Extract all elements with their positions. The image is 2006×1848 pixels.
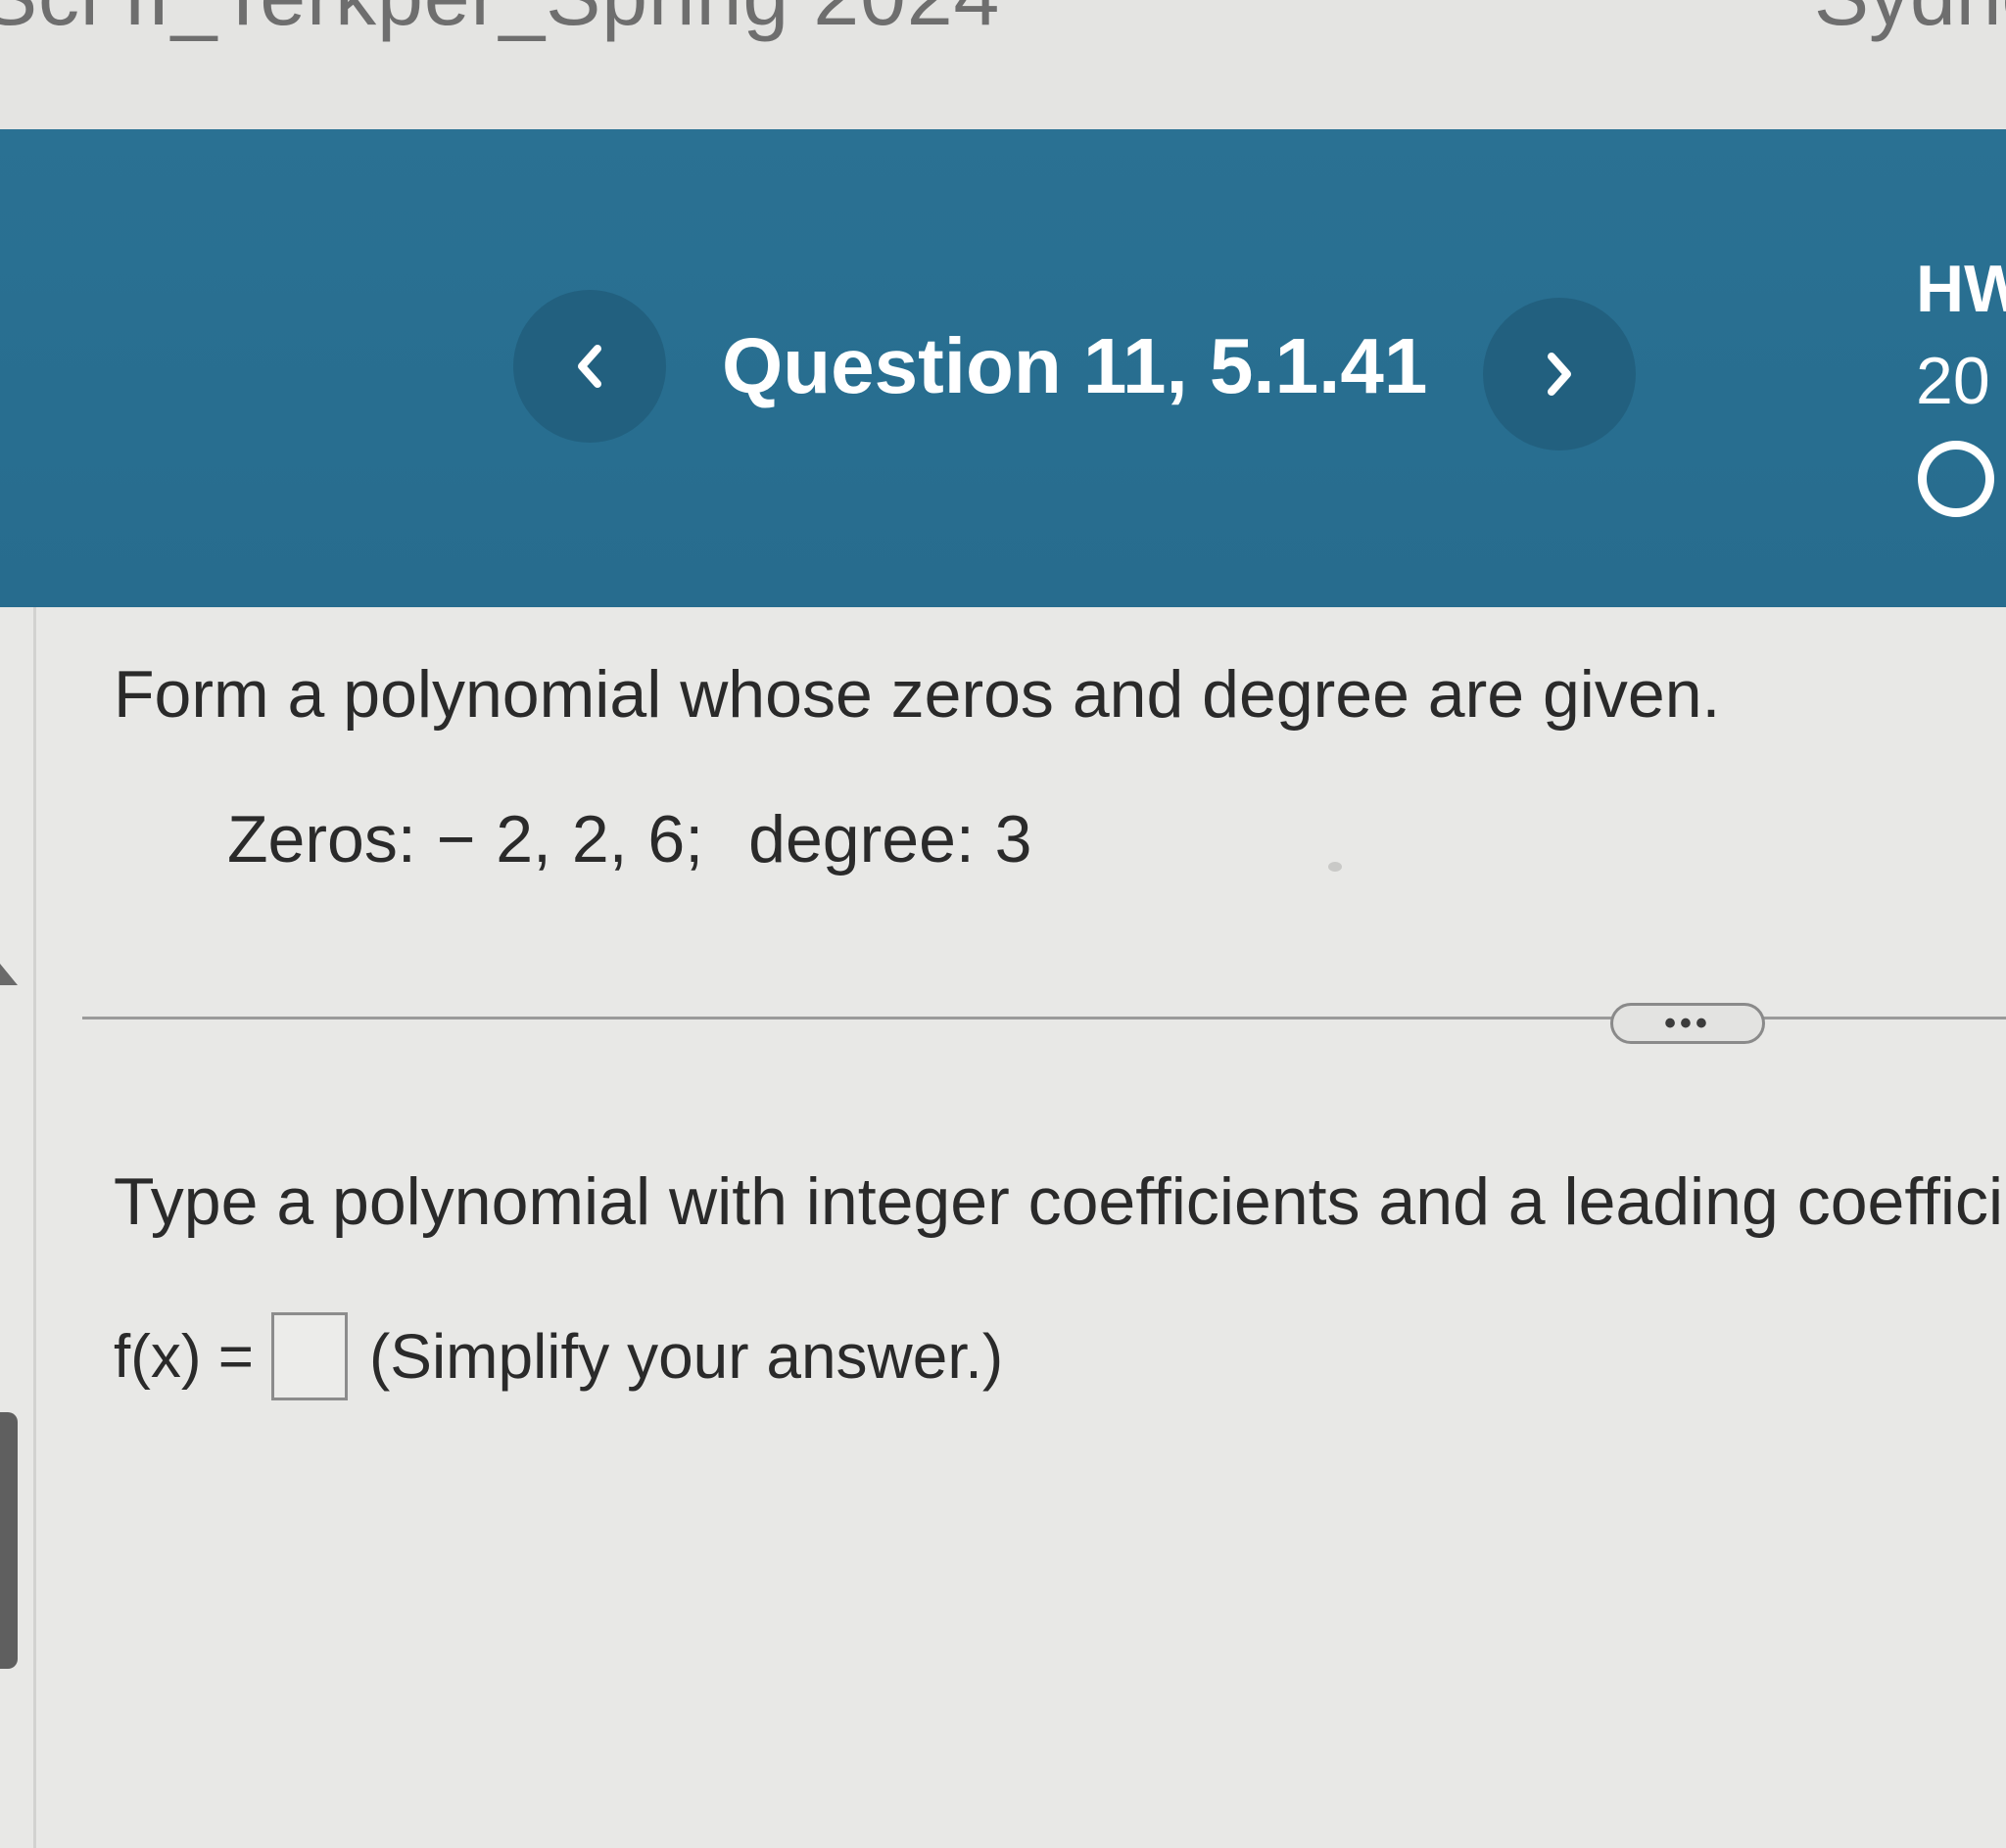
- answer-input[interactable]: [270, 1312, 348, 1400]
- zeros-values: − 2, 2, 6;: [436, 802, 704, 877]
- show-more-button[interactable]: •••: [1610, 1003, 1765, 1044]
- zeros-and-degree: Zeros: − 2, 2, 6; degree: 3: [227, 801, 1032, 877]
- answer-hint: (Simplify your answer.): [368, 1321, 1004, 1392]
- question-header: Question 11, 5.1.41 HW 20: [0, 129, 2006, 607]
- top-bar: Sci II_Terkper_Spring 2024 Sydne: [0, 0, 2006, 129]
- course-name: Sci II_Terkper_Spring 2024: [0, 0, 1000, 44]
- left-edge-marker: [0, 942, 18, 985]
- degree-label: degree: 3: [748, 802, 1032, 877]
- zeros-label: Zeros:: [227, 802, 416, 877]
- side-panel-handle[interactable]: [0, 1412, 18, 1669]
- page: Sci II_Terkper_Spring 2024 Sydne Questio…: [0, 0, 2006, 1848]
- previous-question-button[interactable]: [513, 290, 666, 443]
- chevron-right-icon: [1540, 347, 1579, 402]
- assignment-score: 20: [1916, 344, 1990, 418]
- screen-speck: [1328, 862, 1342, 872]
- content-left-border: [33, 607, 36, 1848]
- answer-instructions: Type a polynomial with integer coefficie…: [114, 1164, 2006, 1239]
- user-name: Sydne: [1814, 0, 2006, 44]
- chevron-left-icon: [570, 339, 609, 394]
- question-title: Question 11, 5.1.41: [722, 322, 1428, 409]
- circle-outline-icon: [1918, 441, 1994, 517]
- answer-row: f(x) = (Simplify your answer.): [114, 1312, 1003, 1400]
- question-prompt: Form a polynomial whose zeros and degree…: [114, 657, 1721, 732]
- assignment-label: HW: [1916, 252, 2006, 326]
- next-question-button[interactable]: [1483, 298, 1636, 450]
- answer-label: f(x) =: [114, 1322, 254, 1391]
